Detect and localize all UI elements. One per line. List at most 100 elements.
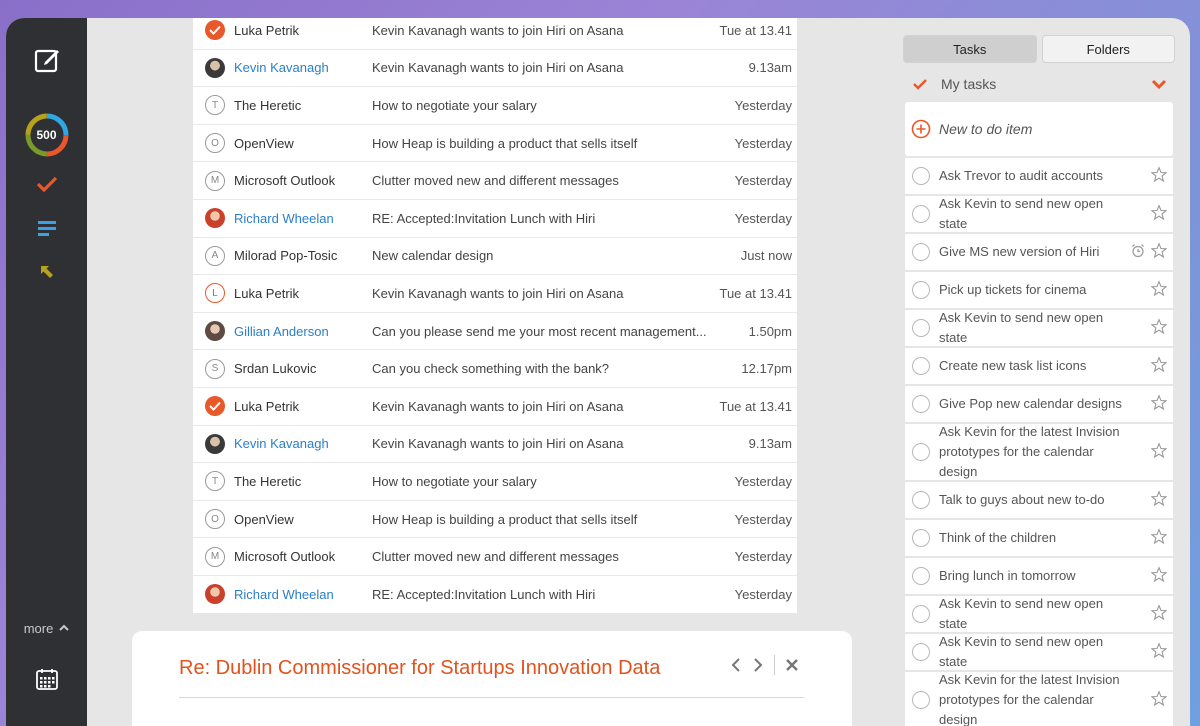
- reading-nav: [730, 655, 799, 675]
- star-icon[interactable]: [1150, 242, 1168, 262]
- task-checkbox[interactable]: [912, 691, 930, 709]
- star-icon[interactable]: [1150, 394, 1168, 414]
- mail-subject: New calendar design: [372, 248, 494, 264]
- star-icon[interactable]: [1150, 280, 1168, 300]
- letter-avatar: M: [205, 170, 225, 191]
- mail-row[interactable]: T The Heretic How to negotiate your salary…: [193, 463, 797, 501]
- mail-row[interactable]: S Srdan Lukovic Can you check something wi…: [193, 350, 797, 388]
- star-icon[interactable]: [1150, 528, 1168, 548]
- task-item[interactable]: Ask Kevin for the latest Invision protot…: [905, 672, 1173, 726]
- mail-row[interactable]: T The Heretic How to negotiate your salary…: [193, 87, 797, 125]
- letter-avatar: L: [205, 283, 225, 304]
- mail-row[interactable]: L Luka Petrik Kevin Kavanagh wants to join…: [193, 275, 797, 313]
- mail-sender: Luka Petrik: [234, 285, 300, 301]
- task-label: Ask Kevin for the latest Invision protot…: [939, 672, 1120, 726]
- task-item[interactable]: Give MS new version of Hiri: [905, 234, 1173, 270]
- star-icon[interactable]: [1150, 566, 1168, 586]
- mail-sender: OpenView: [234, 135, 294, 151]
- close-icon[interactable]: [785, 658, 799, 672]
- dashboard-button[interactable]: 500: [6, 110, 87, 160]
- task-item[interactable]: Create new task list icons: [905, 348, 1173, 384]
- mail-subject: Kevin Kavanagh wants to join Hiri on Asa…: [372, 22, 624, 38]
- panel-tabs: Tasks Folders: [903, 35, 1175, 63]
- task-checkbox[interactable]: [912, 357, 930, 375]
- calendar-nav-button[interactable]: [6, 666, 87, 692]
- star-icon[interactable]: [1150, 642, 1168, 662]
- task-label: Ask Kevin to send new open state: [939, 596, 1104, 631]
- star-icon[interactable]: [1150, 166, 1168, 186]
- task-item[interactable]: Give Pop new calendar designs: [905, 386, 1173, 422]
- mail-time: Yesterday: [734, 97, 792, 113]
- task-item[interactable]: Think of the children: [905, 520, 1173, 556]
- task-checkbox[interactable]: [912, 243, 930, 261]
- mail-nav-button[interactable]: [6, 216, 87, 240]
- new-todo-input[interactable]: New to do item: [905, 102, 1173, 156]
- mail-row[interactable]: M Microsoft Outlook Clutter moved new and …: [193, 162, 797, 200]
- task-checkbox[interactable]: [912, 167, 930, 185]
- mail-row[interactable]: M Microsoft Outlook Clutter moved new and …: [193, 538, 797, 576]
- mail-sender: Richard Wheelan: [234, 586, 334, 602]
- mail-row[interactable]: O OpenView How Heap is building a product …: [193, 125, 797, 163]
- compose-button[interactable]: [6, 42, 87, 78]
- mail-row[interactable]: Luka Petrik Kevin Kavanagh wants to join …: [193, 388, 797, 426]
- task-checkbox[interactable]: [912, 491, 930, 509]
- task-checkbox[interactable]: [912, 567, 930, 585]
- letter-avatar: S: [205, 358, 225, 379]
- star-icon[interactable]: [1150, 604, 1168, 624]
- previous-email-icon[interactable]: [730, 657, 742, 673]
- next-email-icon[interactable]: [752, 657, 764, 673]
- star-icon[interactable]: [1150, 490, 1168, 510]
- task-item[interactable]: Pick up tickets for cinema: [905, 272, 1173, 308]
- task-item[interactable]: Talk to guys about new to-do: [905, 482, 1173, 518]
- tasks-nav-button[interactable]: [6, 170, 87, 198]
- mail-row[interactable]: Gillian Anderson Can you please send me y…: [193, 313, 797, 351]
- more-button[interactable]: more: [6, 618, 87, 638]
- task-item[interactable]: Ask Kevin to send new open state: [905, 196, 1173, 232]
- task-item[interactable]: Bring lunch in tomorrow: [905, 558, 1173, 594]
- star-icon[interactable]: [1150, 442, 1168, 462]
- mail-row[interactable]: A Milorad Pop-Tosic New calendar design Jus…: [193, 238, 797, 276]
- mail-sender: Luka Petrik: [234, 22, 300, 38]
- mail-row[interactable]: Richard Wheelan RE: Accepted:Invitation L…: [193, 200, 797, 238]
- alarm-icon: [1131, 244, 1145, 261]
- task-item[interactable]: Ask Kevin to send new open state: [905, 596, 1173, 632]
- chevron-down-icon[interactable]: [1151, 78, 1167, 90]
- task-list: Ask Trevor to audit accounts Ask Kevin to…: [905, 158, 1173, 726]
- mail-sender: Microsoft Outlook: [234, 173, 336, 189]
- tab-folders[interactable]: Folders: [1041, 35, 1175, 63]
- star-icon[interactable]: [1150, 318, 1168, 338]
- task-checkbox[interactable]: [912, 395, 930, 413]
- email-subject-title: Re: Dublin Commissioner for Startups Inn…: [179, 657, 661, 679]
- star-icon[interactable]: [1150, 356, 1168, 376]
- task-item[interactable]: Ask Kevin to send new open state: [905, 634, 1173, 670]
- delegated-nav-button[interactable]: [6, 260, 87, 284]
- task-list-selector[interactable]: My tasks: [903, 70, 1175, 98]
- mail-subject: Can you please send me your most recent …: [372, 323, 707, 339]
- mail-list: Luka Petrik Kevin Kavanagh wants to join …: [193, 18, 797, 614]
- tab-tasks[interactable]: Tasks: [903, 35, 1037, 63]
- task-checkbox[interactable]: [912, 605, 930, 623]
- mail-row[interactable]: Kevin Kavanagh Kevin Kavanagh wants to jo…: [193, 426, 797, 464]
- star-icon[interactable]: [1150, 690, 1168, 710]
- mail-row[interactable]: O OpenView How Heap is building a product …: [193, 501, 797, 539]
- task-item[interactable]: Ask Kevin for the latest Invision protot…: [905, 424, 1173, 480]
- avatar: [205, 57, 225, 78]
- task-checkbox[interactable]: [912, 443, 930, 461]
- mail-sender: Gillian Anderson: [234, 323, 329, 339]
- mail-subject: Kevin Kavanagh wants to join Hiri on Asa…: [372, 398, 624, 414]
- add-circle-icon: [911, 119, 931, 139]
- task-checkbox[interactable]: [912, 529, 930, 547]
- mail-row[interactable]: Kevin Kavanagh Kevin Kavanagh wants to jo…: [193, 50, 797, 88]
- task-checkbox[interactable]: [912, 281, 930, 299]
- star-icon[interactable]: [1150, 204, 1168, 224]
- letter-avatar: T: [205, 95, 225, 116]
- task-item[interactable]: Ask Kevin to send new open state: [905, 310, 1173, 346]
- mail-row[interactable]: Richard Wheelan RE: Accepted:Invitation L…: [193, 576, 797, 614]
- task-label: Create new task list icons: [939, 358, 1087, 373]
- task-checkbox[interactable]: [912, 643, 930, 661]
- task-checkbox[interactable]: [912, 205, 930, 223]
- task-checkbox[interactable]: [912, 319, 930, 337]
- mail-time: Tue at 13.41: [719, 285, 792, 301]
- mail-row[interactable]: Luka Petrik Kevin Kavanagh wants to join …: [193, 18, 797, 50]
- task-item[interactable]: Ask Trevor to audit accounts: [905, 158, 1173, 194]
